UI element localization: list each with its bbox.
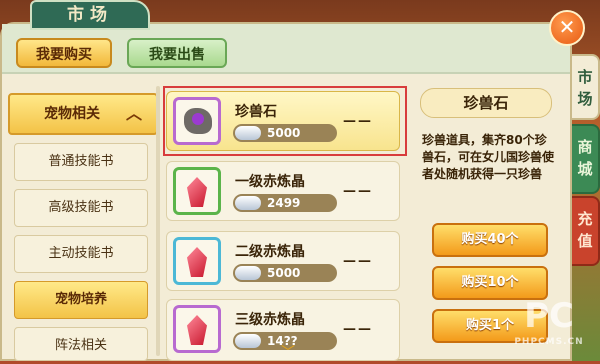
watermark-main: PC [524, 296, 574, 336]
list-item[interactable]: 一级赤炼晶 2499 —— [166, 161, 400, 221]
window-title: 市场 [30, 0, 150, 30]
buy-10-button[interactable]: 购买10个 [432, 266, 548, 300]
item-name: 二级赤炼晶 [235, 244, 305, 260]
watermark-sub: PHPCMS.CN [514, 337, 584, 347]
tab-sell[interactable]: 我要出售 [127, 38, 227, 68]
price-bar: 5000 [233, 264, 337, 282]
category-item-active-skill-book[interactable]: 主动技能书 [14, 235, 148, 273]
side-tab-mall[interactable]: 商城 [572, 124, 600, 194]
silver-coin-icon [235, 266, 261, 280]
detail-description: 珍兽道具，集齐80个珍兽石，可在女儿国珍兽使者处随机获得一只珍兽 [422, 133, 555, 181]
watermark: PC PHPCMS.CN [500, 296, 598, 356]
chevron-up-icon: ︿ [125, 104, 142, 123]
category-scrollbar[interactable] [156, 86, 160, 356]
category-item-normal-skill-book[interactable]: 普通技能书 [14, 143, 148, 181]
item-name: 一级赤炼晶 [235, 174, 305, 190]
close-icon: ✕ [558, 15, 576, 39]
close-button[interactable]: ✕ [549, 10, 585, 46]
category-group-label: 宠物相关 [44, 106, 100, 122]
buy-40-button[interactable]: 购买40个 [432, 223, 548, 257]
item-price: 5000 [267, 266, 301, 280]
item-quantity: —— [343, 184, 373, 199]
red-crystal-icon [173, 167, 221, 215]
price-bar: 2499 [233, 194, 337, 212]
item-price: 2499 [267, 196, 301, 210]
item-quantity: —— [343, 254, 373, 269]
red-crystal-icon [173, 305, 221, 353]
list-item[interactable]: 二级赤炼晶 5000 —— [166, 231, 400, 291]
item-name: 三级赤炼晶 [235, 312, 305, 328]
category-item-formation[interactable]: 阵法相关 [14, 327, 148, 361]
selected-item-frame [163, 86, 407, 156]
side-tab-market[interactable]: 市场 [572, 54, 600, 120]
category-group-pet[interactable]: 宠物相关 ︿ [8, 93, 158, 135]
silver-coin-icon [235, 196, 261, 210]
chevron-down-icon[interactable]: ﹀ [278, 346, 298, 360]
tab-buy[interactable]: 我要购买 [16, 38, 112, 68]
silver-coin-icon [235, 334, 261, 348]
side-tab-recharge[interactable]: 充值 [572, 196, 600, 266]
item-quantity: —— [343, 322, 373, 337]
category-item-pet-training[interactable]: 宠物培养 [14, 281, 148, 319]
category-item-advanced-skill-book[interactable]: 高级技能书 [14, 189, 148, 227]
detail-title: 珍兽石 [420, 88, 552, 118]
red-crystal-icon [173, 237, 221, 285]
